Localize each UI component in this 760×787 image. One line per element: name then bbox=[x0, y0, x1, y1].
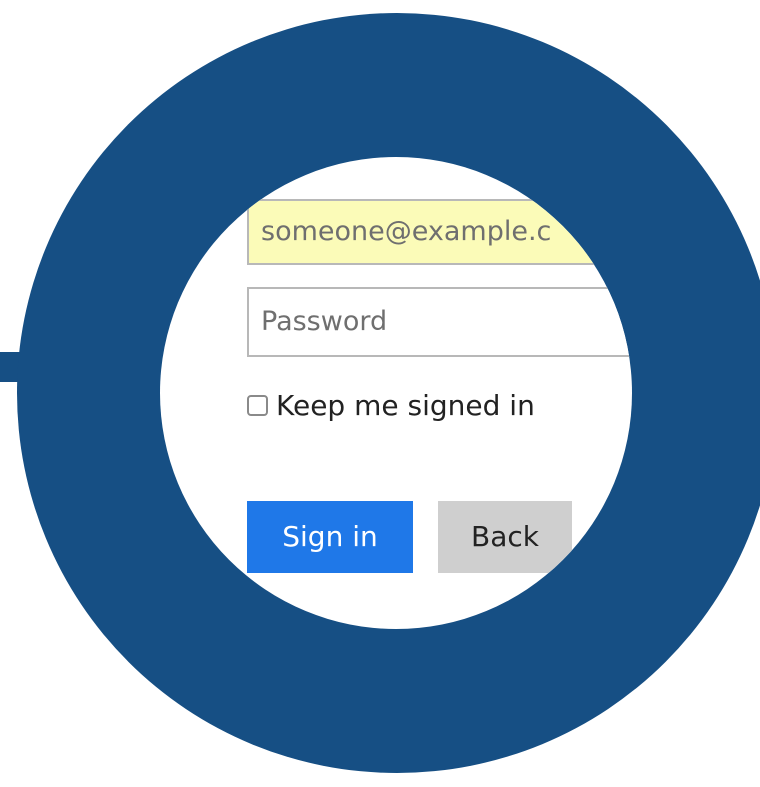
zoom-illustration: someone@example.c Password Keep me signe… bbox=[0, 0, 760, 787]
keep-signed-in-checkbox[interactable] bbox=[247, 394, 268, 416]
keep-signed-in-row[interactable]: Keep me signed in bbox=[247, 385, 535, 425]
sign-in-button[interactable]: Sign in bbox=[247, 501, 413, 573]
back-button[interactable]: Back bbox=[438, 501, 572, 573]
email-field[interactable]: someone@example.c bbox=[247, 199, 632, 265]
keep-signed-in-label[interactable]: Keep me signed in bbox=[276, 389, 535, 422]
password-field[interactable]: Password bbox=[247, 287, 632, 357]
magnifier-lens: someone@example.c Password Keep me signe… bbox=[160, 157, 632, 629]
